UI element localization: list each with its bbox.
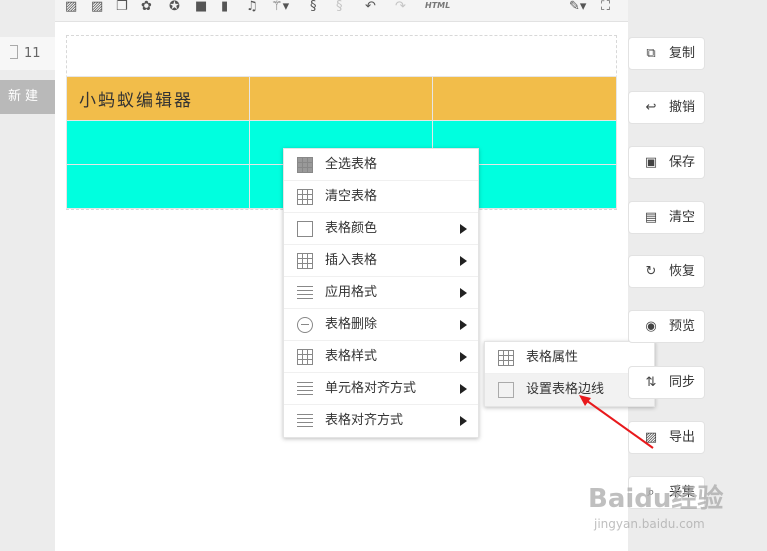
menu-item-delete-table[interactable]: 表格删除	[284, 309, 478, 341]
menu-item-insert-table[interactable]: 插入表格	[284, 245, 478, 277]
new-button-label: 新建	[8, 89, 43, 104]
menu-item-label: 单元格对齐方式	[325, 381, 417, 396]
table-context-menu: 全选表格 清空表格 表格颜色 插入表格 应用格式 表格删除 表格样式 单元格对齐…	[283, 148, 479, 438]
restore-icon: ↻	[645, 264, 657, 279]
link-icon[interactable]: §	[310, 0, 317, 14]
copy-button[interactable]: ⧉ 复制	[628, 37, 705, 70]
copy-icon: ⧉	[646, 46, 656, 61]
table-style-icon	[297, 349, 313, 365]
edit-mode-icon[interactable]: ✎▾	[569, 0, 586, 14]
menu-item-clear-table[interactable]: 清空表格	[284, 181, 478, 213]
redo-toolbar-icon[interactable]: ↷	[395, 0, 406, 14]
sync-button-label: 同步	[669, 375, 696, 390]
undo-button-label: 撤销	[669, 100, 696, 115]
table-cell[interactable]	[66, 164, 250, 209]
new-button[interactable]: 新建	[0, 80, 56, 114]
file-icon[interactable]: ▮	[221, 0, 228, 14]
table-cell[interactable]	[249, 76, 433, 121]
cell-align-icon	[297, 381, 313, 397]
music-icon[interactable]: ♫	[246, 0, 258, 14]
clear-button[interactable]: ▤ 清空	[628, 201, 705, 234]
undo-icon: ↩	[645, 100, 657, 115]
table-properties-icon	[498, 350, 514, 366]
submenu-arrow-icon	[460, 288, 467, 298]
menu-item-label: 清空表格	[325, 189, 378, 204]
menu-item-label: 应用格式	[325, 285, 378, 300]
stamp-icon[interactable]: ✪	[169, 0, 180, 14]
table-align-icon	[297, 413, 313, 429]
menu-item-label: 插入表格	[325, 253, 378, 268]
submenu-item-label: 表格属性	[526, 350, 579, 365]
table-row: 小蚂蚁编辑器	[66, 76, 617, 121]
submenu-arrow-icon	[460, 256, 467, 266]
fullscreen-icon[interactable]: ⛶	[601, 0, 610, 14]
watermark-logo: Baidu经验	[588, 484, 724, 514]
table-cell[interactable]	[432, 76, 617, 121]
table-clear-icon	[297, 189, 313, 205]
save-button[interactable]: ▣ 保存	[628, 146, 705, 179]
watermark-url: jingyan.baidu.com	[594, 517, 705, 531]
menu-item-table-style[interactable]: 表格样式	[284, 341, 478, 373]
multi-image-icon[interactable]: ▨	[91, 0, 103, 14]
preview-button-label: 预览	[669, 319, 696, 334]
sync-icon: ⇅	[645, 375, 657, 390]
restore-button[interactable]: ↻ 恢复	[628, 255, 705, 288]
trash-icon: ▤	[644, 210, 658, 225]
article-count[interactable]: 11	[0, 37, 56, 70]
menu-item-select-table[interactable]: 全选表格	[284, 149, 478, 181]
copy-button-label: 复制	[669, 46, 696, 61]
preview-button[interactable]: ◉ 预览	[628, 310, 705, 343]
undo-toolbar-icon[interactable]: ↶	[365, 0, 376, 14]
editor-toolbar: ▨ ▨ ❐ ✿ ✪ ■ ▮ ♫ ⚚▾ § § ↶ ↷ HTML ✎▾ ⛶	[55, 0, 628, 22]
minus-circle-icon	[297, 317, 313, 333]
table-cell[interactable]	[66, 120, 250, 165]
unlink-icon[interactable]: §	[336, 0, 343, 14]
table-insert-icon	[297, 253, 313, 269]
paint-bucket-icon	[297, 221, 313, 237]
html-source-button[interactable]: HTML	[425, 1, 450, 10]
submenu-arrow-icon	[460, 416, 467, 426]
menu-item-label: 表格样式	[325, 349, 378, 364]
menu-item-table-align[interactable]: 表格对齐方式	[284, 405, 478, 437]
document-icon	[10, 45, 18, 59]
palette-icon[interactable]: ✿	[141, 0, 152, 14]
undo-button[interactable]: ↩ 撤销	[628, 91, 705, 124]
save-icon: ▣	[644, 155, 658, 170]
menu-item-label: 表格颜色	[325, 221, 378, 236]
eye-icon: ◉	[645, 319, 657, 334]
copy-format-icon[interactable]: ❐	[116, 0, 128, 14]
format-list-icon	[297, 285, 313, 301]
export-button-label: 导出	[669, 430, 696, 445]
annotation-arrow	[579, 395, 654, 449]
magic-wand-icon[interactable]: ⚚▾	[271, 0, 289, 14]
submenu-arrow-icon	[460, 352, 467, 362]
menu-item-label: 表格删除	[325, 317, 378, 332]
menu-item-label: 表格对齐方式	[325, 413, 404, 428]
article-count-value: 11	[24, 46, 41, 61]
submenu-arrow-icon	[460, 224, 467, 234]
gear-icon	[498, 382, 514, 398]
menu-item-label: 全选表格	[325, 157, 378, 172]
table-cell[interactable]: 小蚂蚁编辑器	[66, 76, 250, 121]
save-button-label: 保存	[669, 155, 696, 170]
table-select-icon	[297, 157, 313, 173]
submenu-arrow-icon	[460, 320, 467, 330]
submenu-arrow-icon	[460, 384, 467, 394]
menu-item-table-color[interactable]: 表格颜色	[284, 213, 478, 245]
menu-item-apply-format[interactable]: 应用格式	[284, 277, 478, 309]
menu-item-cell-align[interactable]: 单元格对齐方式	[284, 373, 478, 405]
image-icon[interactable]: ▨	[65, 0, 77, 14]
restore-button-label: 恢复	[669, 264, 696, 279]
video-icon[interactable]: ■	[195, 0, 207, 14]
clear-button-label: 清空	[669, 210, 696, 225]
